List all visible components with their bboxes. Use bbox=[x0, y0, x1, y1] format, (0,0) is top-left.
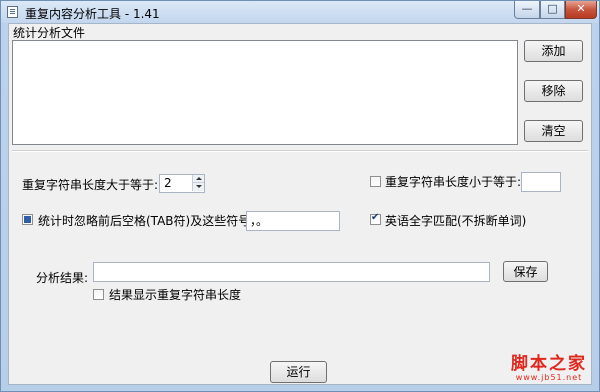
remove-button[interactable]: 移除 bbox=[524, 80, 583, 102]
max-length-label: 重复字符串长度小于等于: bbox=[385, 175, 522, 189]
ignore-symbols-checkbox[interactable] bbox=[22, 214, 33, 225]
watermark-logo: 脚本之家 bbox=[511, 354, 587, 374]
min-length-value[interactable]: 2 bbox=[164, 176, 172, 190]
english-match-checkbox[interactable]: ✔ bbox=[370, 212, 381, 225]
result-path-input[interactable] bbox=[93, 262, 490, 282]
window-title: 重复内容分析工具 - 1.41 bbox=[25, 7, 160, 21]
maximize-button[interactable]: □ bbox=[540, 1, 565, 19]
minimize-button[interactable]: — bbox=[514, 1, 540, 19]
show-length-checkbox[interactable] bbox=[93, 289, 104, 300]
max-length-input[interactable] bbox=[521, 172, 561, 192]
ignore-symbols-label: 统计时忽略前后空格(TAB符)及这些符号: bbox=[38, 214, 255, 228]
clear-button[interactable]: 清空 bbox=[524, 120, 583, 142]
file-list[interactable] bbox=[12, 40, 518, 145]
spin-up-icon[interactable] bbox=[192, 175, 204, 183]
ignore-symbols-input[interactable]: ，。 bbox=[246, 211, 340, 231]
result-label: 分析结果: bbox=[36, 271, 89, 285]
main-panel: 统计分析文件 添加 移除 清空 重复字符串长度大于等于: 2 重复字符串长度小于… bbox=[8, 23, 592, 385]
divider bbox=[12, 150, 588, 152]
watermark-url: www.jb51.net bbox=[515, 373, 583, 382]
spin-down-icon[interactable] bbox=[192, 183, 204, 191]
english-match-label: 英语全字匹配(不拆断单词) bbox=[385, 214, 527, 228]
show-length-label: 结果显示重复字符串长度 bbox=[109, 288, 242, 302]
add-button[interactable]: 添加 bbox=[524, 40, 583, 62]
title-bar[interactable]: 重复内容分析工具 - 1.41 — □ ✕ bbox=[1, 1, 599, 23]
site-watermark: 脚本之家 www.jb51.net bbox=[499, 349, 599, 382]
min-length-label: 重复字符串长度大于等于: bbox=[22, 178, 159, 192]
save-button[interactable]: 保存 bbox=[503, 261, 548, 282]
check-icon: ✔ bbox=[371, 212, 380, 223]
min-length-stepper[interactable]: 2 bbox=[159, 174, 205, 193]
close-button[interactable]: ✕ bbox=[565, 1, 597, 19]
files-group-label: 统计分析文件 bbox=[13, 26, 86, 40]
max-length-checkbox[interactable] bbox=[370, 176, 381, 187]
app-window: 重复内容分析工具 - 1.41 — □ ✕ 统计分析文件 添加 移除 清空 重复… bbox=[0, 0, 600, 392]
run-button[interactable]: 运行 bbox=[270, 361, 327, 383]
app-icon bbox=[7, 6, 18, 18]
